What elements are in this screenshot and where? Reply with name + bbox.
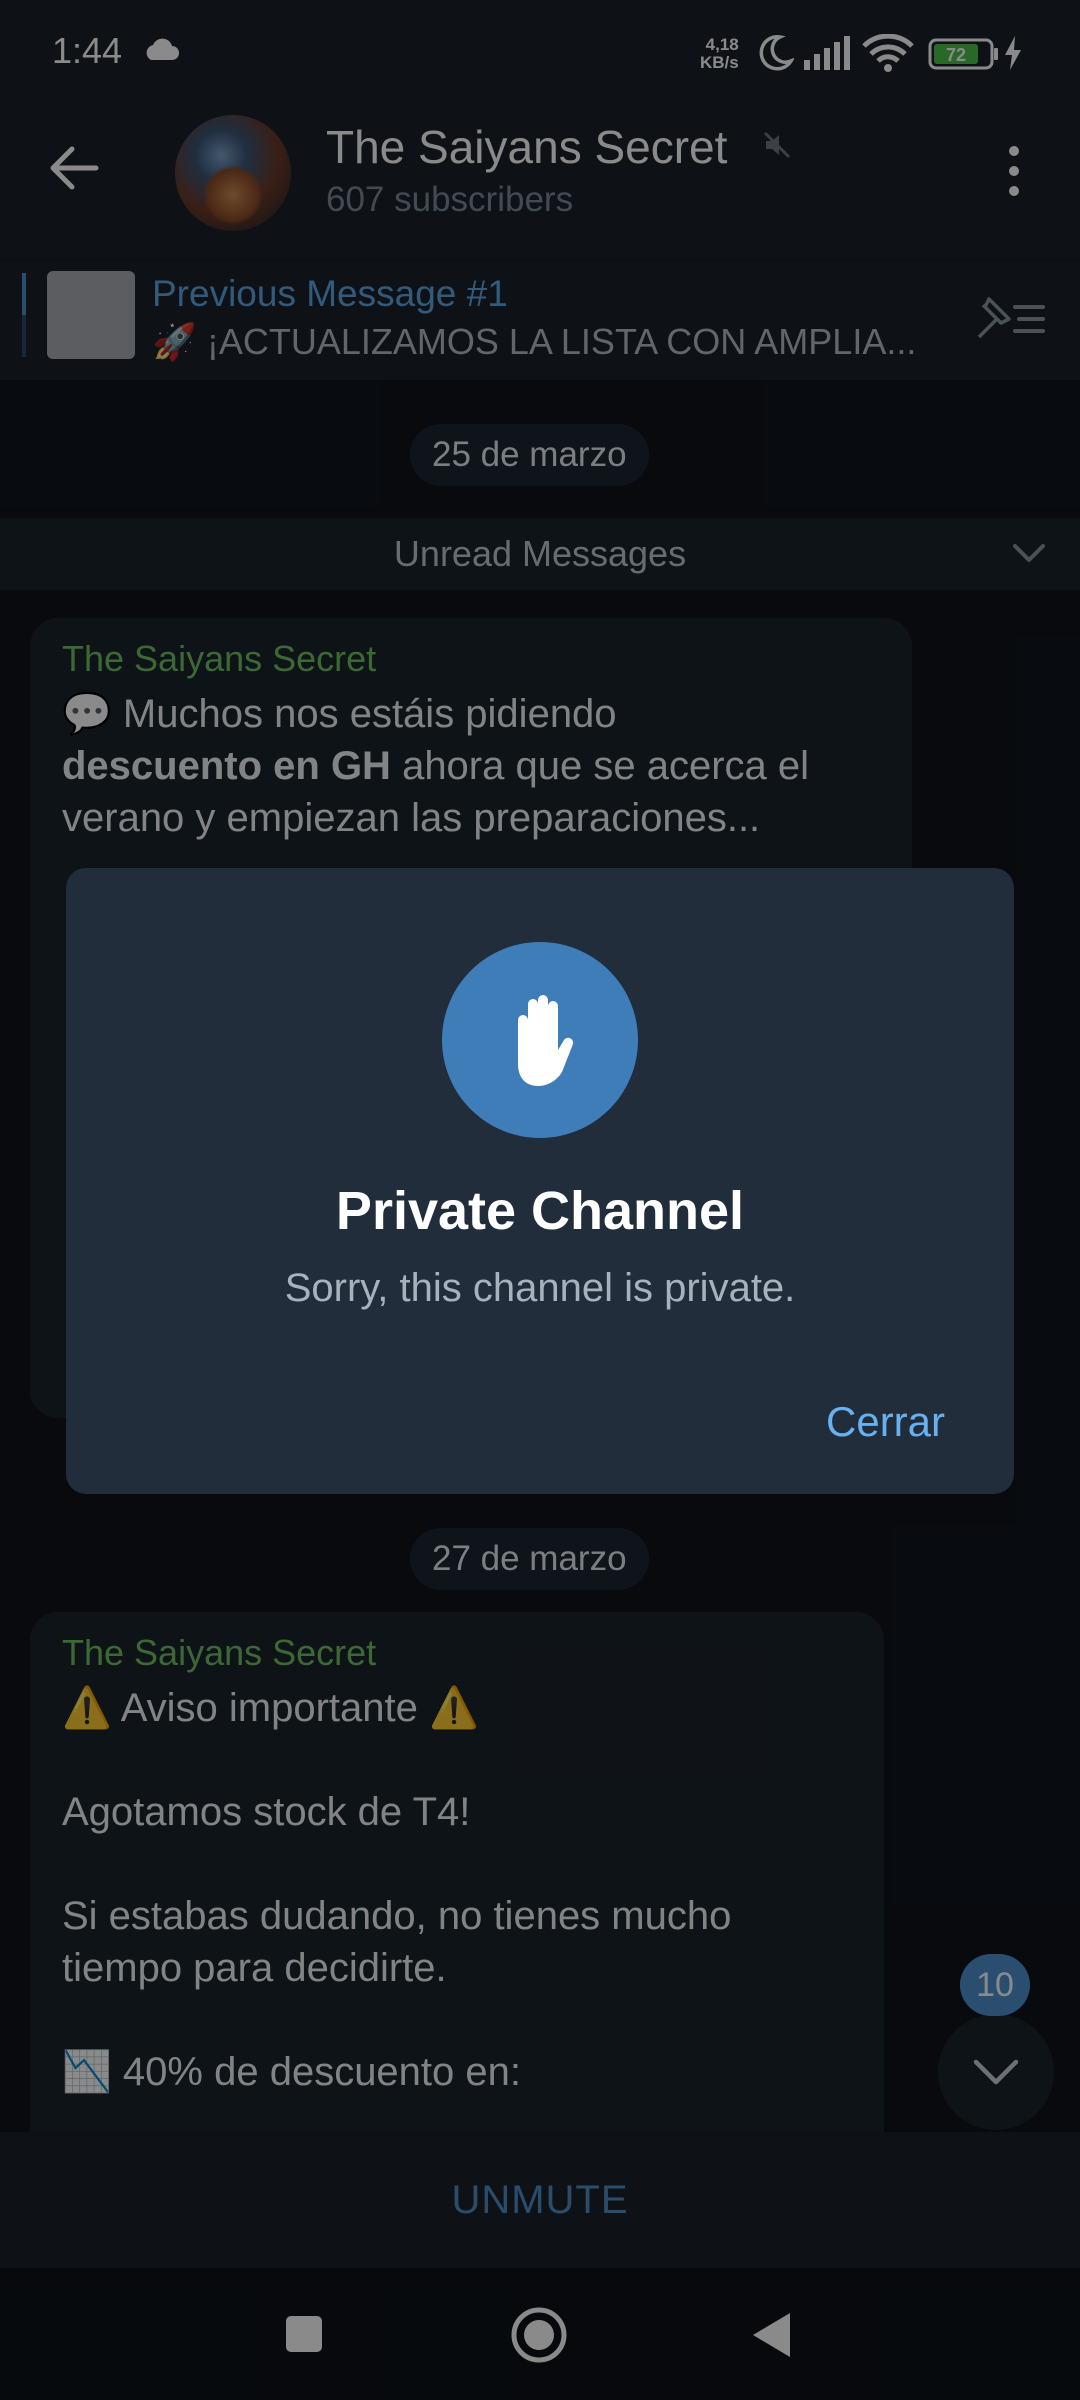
dialog-icon-circle <box>442 942 638 1138</box>
close-button[interactable]: Cerrar <box>826 1398 945 1446</box>
dialog-message: Sorry, this channel is private. <box>284 1266 796 1310</box>
dialog-title: Private Channel <box>335 1181 745 1241</box>
private-channel-dialog: Private Channel Sorry, this channel is p… <box>66 868 1014 1494</box>
hand-stop-icon <box>518 995 574 1086</box>
